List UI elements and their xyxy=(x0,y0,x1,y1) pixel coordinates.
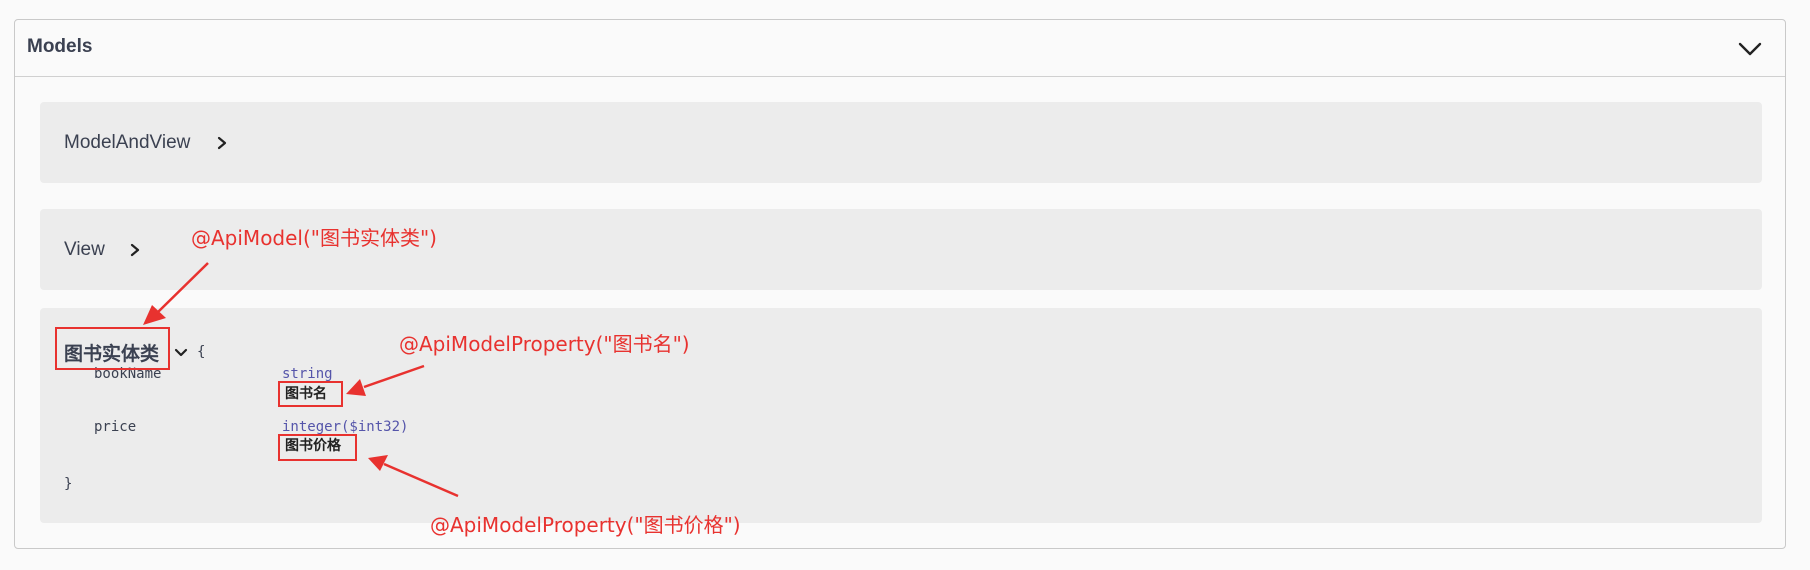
chevron-right-icon[interactable] xyxy=(215,135,229,151)
models-title: Models xyxy=(27,36,93,57)
chevron-right-icon[interactable] xyxy=(128,242,142,258)
model-box-modelandview[interactable]: ModelAndView xyxy=(40,102,1762,183)
annotation-prop-book-name: @ApiModelProperty("图书名") xyxy=(399,332,690,356)
highlight-book-name xyxy=(278,381,343,407)
models-header[interactable]: Models xyxy=(15,20,1785,77)
model-name: ModelAndView xyxy=(64,132,191,153)
property-name: price xyxy=(94,419,137,435)
model-box-entity: 图书实体类 { bookName string 图书名 price intege… xyxy=(40,308,1762,523)
model-name: View xyxy=(64,239,105,260)
chevron-down-icon[interactable] xyxy=(174,346,188,360)
property-type: integer($int32) xyxy=(282,419,409,435)
highlight-price xyxy=(278,434,357,461)
open-brace: { xyxy=(197,344,206,360)
property-type: string xyxy=(282,366,333,382)
annotation-api-model: @ApiModel("图书实体类") xyxy=(191,226,437,250)
highlight-entity-title xyxy=(55,327,170,370)
models-section: Models ModelAndView View 图书实体类 { bookNam… xyxy=(14,19,1786,549)
chevron-down-icon[interactable] xyxy=(1737,37,1763,61)
annotation-prop-price: @ApiModelProperty("图书价格") xyxy=(430,513,741,537)
close-brace: } xyxy=(64,476,73,492)
